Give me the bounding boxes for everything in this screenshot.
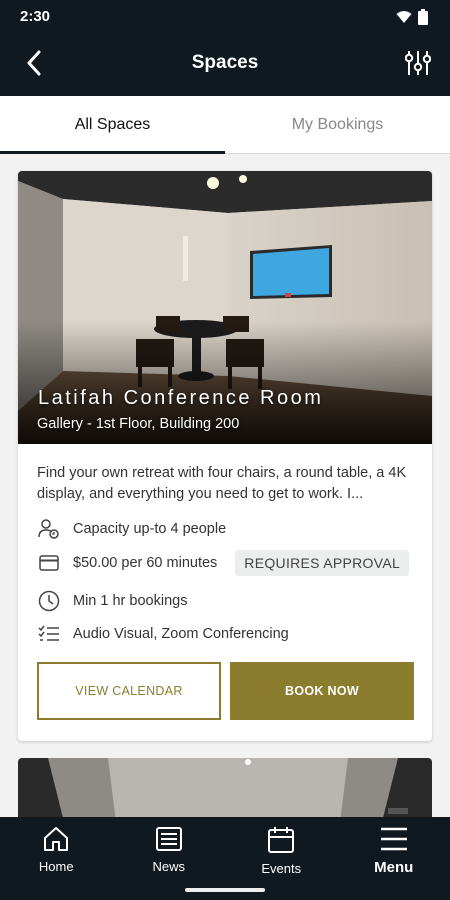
calendar-icon (267, 826, 295, 859)
news-icon (155, 826, 183, 857)
amenities-row: Audio Visual, Zoom Conferencing (37, 622, 289, 646)
nav-home[interactable]: Home (0, 817, 113, 900)
app-bar: Spaces (0, 34, 450, 96)
capacity-text: Capacity up-to 4 people (73, 521, 227, 537)
sliders-icon (404, 49, 432, 82)
nav-events-label: Events (261, 861, 302, 876)
space-photo: Latifah Conference Room Gallery - 1st Fl… (18, 171, 432, 444)
home-indicator[interactable] (185, 888, 265, 892)
price-row: $50.00 per 60 minutes REQUIRES APPROVAL (37, 550, 410, 576)
status-icons (396, 9, 428, 30)
nav-home-label: Home (38, 859, 74, 874)
capacity-row: Capacity up-to 4 people (37, 517, 226, 541)
filter-button[interactable] (402, 48, 434, 82)
nav-menu[interactable]: Menu (338, 817, 450, 900)
view-calendar-button[interactable]: VIEW CALENDAR (37, 662, 221, 720)
tab-bar: All Spaces My Bookings (0, 96, 450, 154)
nav-menu-label: Menu (374, 859, 414, 876)
space-description: Find your own retreat with four chairs, … (37, 465, 407, 502)
space-name: Latifah Conference Room (38, 387, 324, 409)
tab-my-bookings[interactable]: My Bookings (225, 96, 450, 153)
space-card[interactable]: Latifah Conference Room Gallery - 1st Fl… (18, 171, 432, 741)
menu-icon (379, 826, 409, 857)
space-card-next[interactable] (18, 758, 432, 817)
price-text: $50.00 per 60 minutes (73, 555, 218, 571)
book-now-button[interactable]: BOOK NOW (230, 662, 414, 720)
requires-approval-badge: REQUIRES APPROVAL (235, 550, 410, 576)
status-bar: 2:30 (0, 0, 450, 34)
amenities-text: Audio Visual, Zoom Conferencing (73, 626, 289, 642)
credit-card-icon (37, 551, 61, 575)
checklist-icon (37, 622, 61, 646)
nav-news-label: News (152, 859, 185, 874)
clock-icon (37, 589, 61, 613)
status-time: 2:30 (20, 8, 51, 25)
battery-icon (418, 9, 428, 30)
home-icon (42, 826, 70, 857)
bottom-nav: Home News Events Menu (0, 817, 450, 900)
space-location: Gallery - 1st Floor, Building 200 (37, 416, 240, 432)
page-title: Spaces (191, 52, 259, 73)
spaces-list[interactable]: Latifah Conference Room Gallery - 1st Fl… (0, 155, 450, 817)
min-booking-row: Min 1 hr bookings (37, 589, 187, 613)
wifi-icon (396, 10, 412, 29)
people-icon (37, 517, 61, 541)
space-photo-next (18, 758, 432, 817)
tab-all-spaces[interactable]: All Spaces (0, 96, 225, 154)
min-booking-text: Min 1 hr bookings (73, 593, 188, 609)
